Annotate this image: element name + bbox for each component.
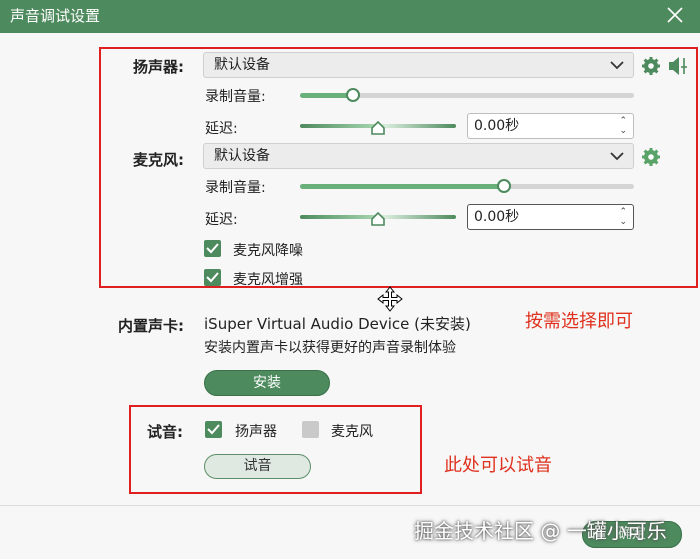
soundcard-hint: 安装内置声卡以获得更好的声音录制体验 [204, 340, 456, 356]
window-title: 声音调试设置 [10, 7, 101, 25]
watermark: 掘金技术社区 @ 一罐小可乐 [414, 519, 667, 543]
test-speaker-label: 扬声器 [235, 424, 277, 440]
annotation-box-devices [99, 47, 698, 288]
title-bar: 声音调试设置 [0, 0, 700, 33]
test-sound-button[interactable]: 试音 [204, 454, 311, 479]
test-speaker-checkbox[interactable] [205, 421, 222, 438]
move-cursor-icon [377, 286, 403, 312]
test-label: 试音: [147, 423, 183, 441]
checkmark-icon [207, 424, 220, 435]
install-button[interactable]: 安装 [204, 370, 330, 396]
annotation-test-text: 此处可以试音 [444, 455, 552, 476]
footer-divider [0, 505, 700, 506]
soundcard-device-name: iSuper Virtual Audio Device (未安装) [204, 315, 471, 333]
test-mic-label: 麦克风 [331, 424, 373, 440]
soundcard-label: 内置声卡: [118, 317, 184, 335]
test-mic-checkbox[interactable] [302, 421, 319, 438]
annotation-choose-text: 按需选择即可 [525, 311, 633, 332]
annotation-box-test [129, 405, 422, 494]
close-icon[interactable] [664, 4, 686, 26]
